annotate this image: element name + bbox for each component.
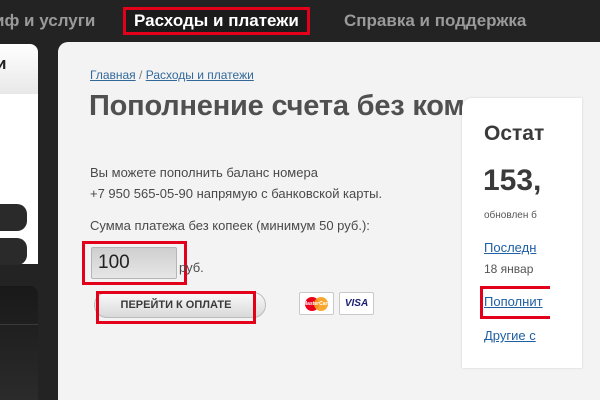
breadcrumb: Главная / Расходы и платежи — [90, 68, 254, 82]
currency-label: руб. — [179, 260, 204, 275]
description-line-2: +7 950 565-05-90 напрямую с банковской к… — [90, 186, 383, 201]
description-line-1: Вы можете пополнить баланс номера — [90, 165, 318, 180]
nav-expenses-payments[interactable]: Расходы и платежи — [123, 7, 310, 35]
mastercard-text: MasterCard — [303, 301, 331, 307]
sidebar-dark-panel — [0, 286, 38, 400]
amount-input[interactable] — [91, 247, 177, 279]
breadcrumb-current-link[interactable]: Расходы и платежи — [146, 68, 254, 82]
balance-card: Остат 153, обновлен б Последн 18 январ П… — [462, 98, 582, 368]
amount-label: Сумма платежа без копеек (минимум 50 руб… — [90, 218, 370, 233]
sidebar-header: и — [0, 44, 38, 94]
proceed-to-payment-button[interactable]: ПЕРЕЙТИ К ОПЛАТЕ — [96, 291, 256, 324]
payment-description: Вы можете пополнить баланс номера +7 950… — [90, 162, 382, 204]
visa-logo: VISA — [339, 292, 374, 315]
sidebar: и — [0, 42, 46, 400]
mastercard-logo: MasterCard — [299, 292, 334, 315]
other-methods-link[interactable]: Другие с — [484, 328, 536, 343]
nav-tariffs-services[interactable]: иф и услуги — [0, 9, 95, 33]
last-payment-date: 18 январ — [484, 262, 534, 276]
sidebar-divider — [0, 324, 38, 325]
breadcrumb-home-link[interactable]: Главная — [90, 68, 136, 82]
nav-help-support[interactable]: Справка и поддержка — [344, 9, 526, 33]
balance-updated-text: обновлен б — [484, 210, 537, 221]
balance-title: Остат — [484, 122, 545, 145]
sidebar-panel — [0, 94, 38, 265]
sidebar-button-1[interactable] — [0, 204, 27, 231]
topup-link[interactable]: Пополнит — [484, 294, 543, 309]
balance-amount: 153, — [483, 164, 542, 197]
sidebar-header-label: и — [0, 54, 7, 73]
breadcrumb-separator: / — [139, 68, 143, 82]
top-navigation: иф и услуги Расходы и платежи Справка и … — [0, 0, 600, 42]
sidebar-button-2[interactable] — [0, 238, 27, 265]
last-payments-link[interactable]: Последн — [484, 240, 536, 255]
